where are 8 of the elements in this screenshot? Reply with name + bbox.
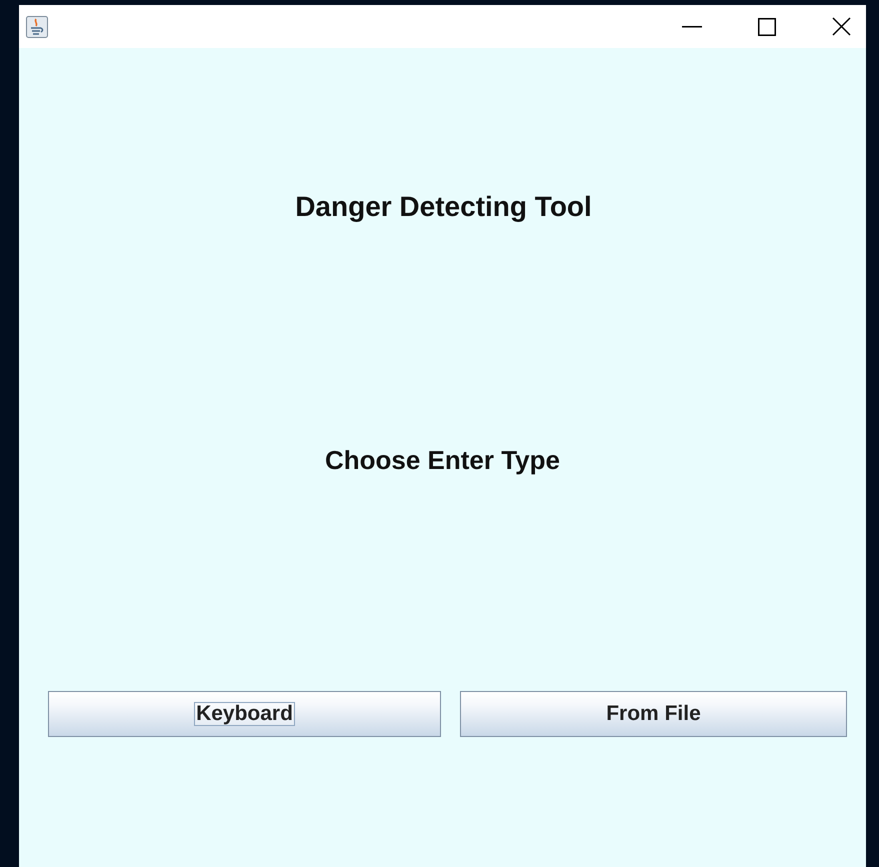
app-icon[interactable] <box>26 16 48 38</box>
entry-type-button[interactable]: Keyboard <box>48 691 441 737</box>
entry-type-button[interactable]: From File <box>460 691 847 737</box>
minimize-icon[interactable] <box>682 26 702 28</box>
close-icon[interactable] <box>832 17 851 36</box>
section-label: Choose Enter Type <box>324 445 561 475</box>
app-title: Danger Detecting Tool <box>294 191 593 223</box>
maximize-icon[interactable] <box>758 18 776 36</box>
